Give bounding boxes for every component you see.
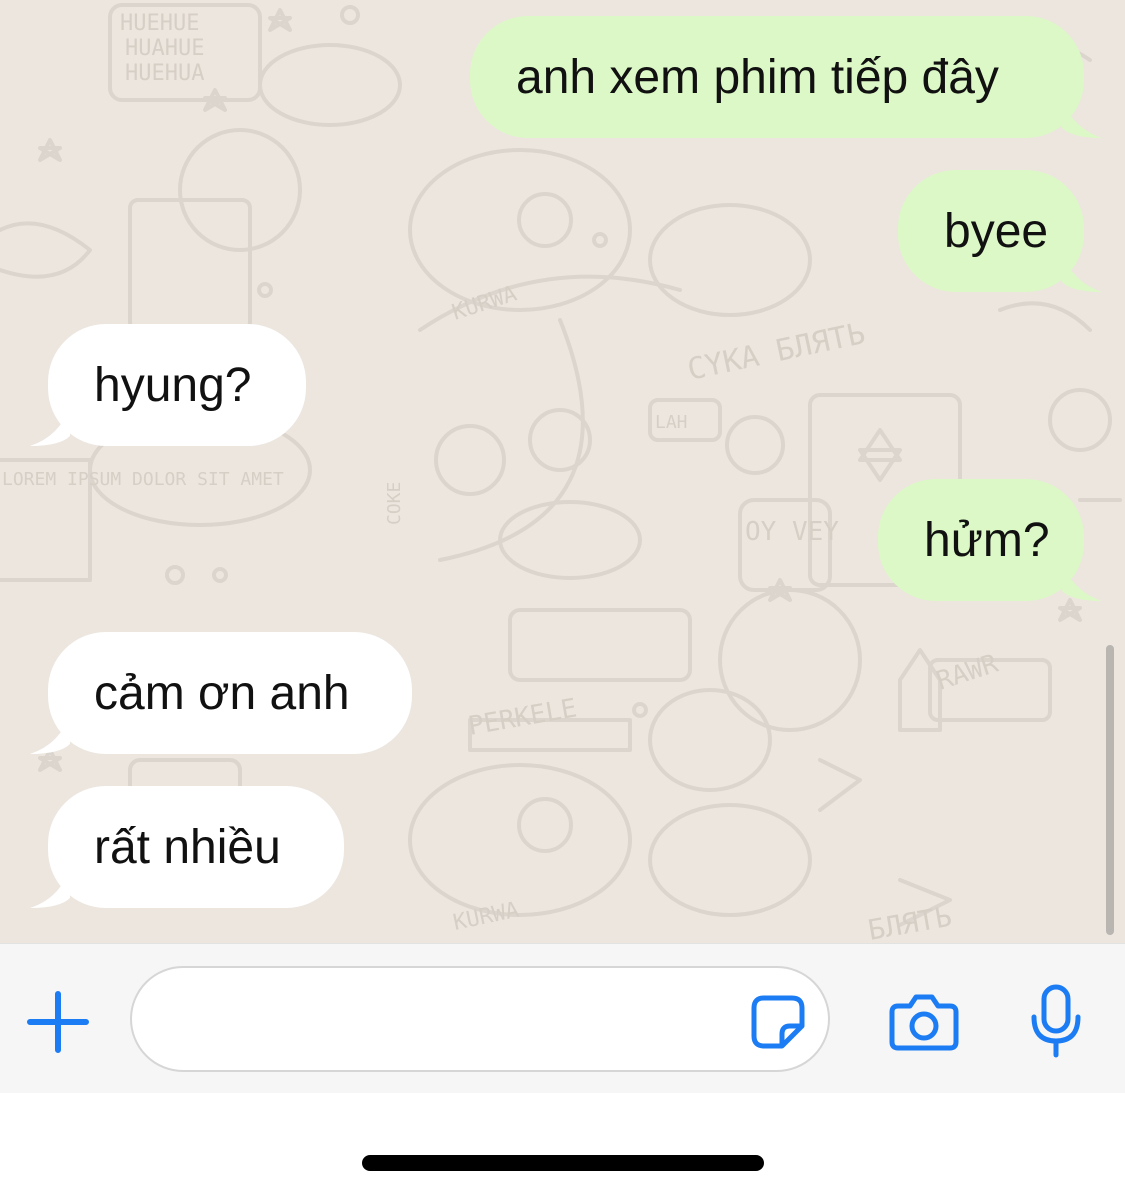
doodle-text: LAH — [655, 412, 688, 433]
message-bubble-outgoing[interactable]: hửm? — [878, 479, 1102, 601]
doodle-text: HUEHUE — [120, 11, 199, 36]
doodle-text: COKE — [384, 482, 405, 525]
bubble-tail — [30, 714, 70, 754]
bubble-tail — [30, 868, 70, 908]
message-text: hửm? — [924, 513, 1050, 567]
message-text: anh xem phim tiếp đây — [516, 50, 999, 104]
message-bubble-incoming[interactable]: hyung? — [30, 324, 306, 446]
message-bubble-outgoing[interactable]: anh xem phim tiếp đây — [470, 16, 1102, 138]
sticker-icon — [751, 995, 805, 1049]
bubble-tail — [1062, 561, 1102, 601]
chat-area[interactable]: HUEHUE HUAHUE HUEHUA KURWA CYKA БЛЯТЬ LA… — [0, 0, 1125, 943]
camera-icon — [889, 994, 959, 1051]
message-bubble-incoming[interactable]: cảm ơn anh — [30, 632, 412, 754]
doodle-text: HUEHUA — [125, 61, 204, 86]
plus-icon — [27, 991, 89, 1053]
message-text: rất nhiều — [94, 820, 281, 874]
message-text: byee — [944, 204, 1049, 258]
home-indicator[interactable] — [362, 1155, 764, 1171]
composer-bar — [0, 943, 1125, 1093]
message-bubble-outgoing[interactable]: byee — [898, 170, 1102, 292]
voice-message-button[interactable] — [1020, 980, 1092, 1064]
message-input[interactable] — [130, 966, 830, 1072]
doodle-text: LOREM IPSUM DOLOR SIT AMET — [2, 469, 284, 490]
message-text: hyung? — [94, 358, 252, 412]
message-bubble-incoming[interactable]: rất nhiều — [30, 786, 344, 908]
bubble-tail — [1062, 98, 1102, 138]
doodle-text: OY VEY — [745, 517, 839, 547]
bubble-tail — [30, 406, 70, 446]
doodle-text: БЛЯТЬ — [865, 900, 954, 943]
bubble-tail — [1062, 252, 1102, 292]
message-text: cảm ơn anh — [94, 666, 350, 720]
chat-scrollbar[interactable] — [1106, 645, 1114, 935]
home-area — [0, 1093, 1125, 1194]
doodle-text: RAWR — [933, 649, 1002, 697]
camera-button[interactable] — [884, 984, 964, 1060]
microphone-icon — [1031, 984, 1081, 1058]
attach-button[interactable] — [22, 986, 94, 1058]
doodle-text: PERKELE — [466, 693, 579, 742]
doodle-text: HUAHUE — [125, 36, 204, 61]
sticker-button[interactable] — [744, 988, 812, 1056]
doodle-text: KURWA — [449, 281, 520, 325]
doodle-text: CYKA БЛЯТЬ — [684, 316, 868, 388]
